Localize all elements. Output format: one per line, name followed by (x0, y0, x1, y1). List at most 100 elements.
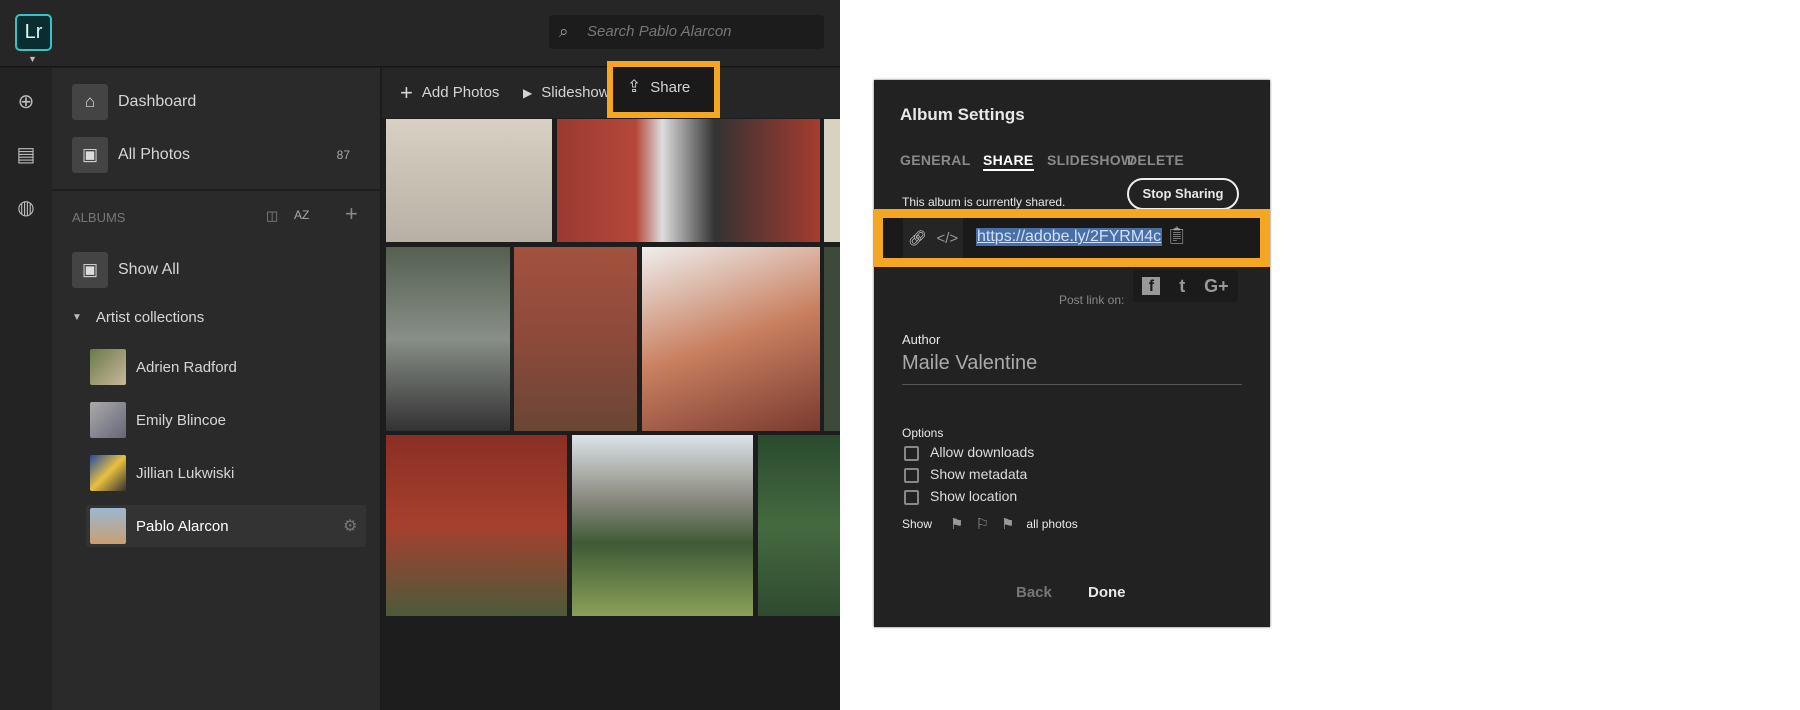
photo[interactable] (386, 119, 552, 242)
link-type-toggle: 🔗︎ </> (903, 218, 963, 258)
photo[interactable] (572, 435, 753, 616)
link-highlight: 🔗︎ </> https://adobe.ly/2FYRM4c 📋︎ (873, 209, 1270, 267)
label: Show All (118, 261, 180, 278)
post-link-label: Post link on: (1059, 293, 1125, 307)
show-metadata-checkbox[interactable] (904, 468, 919, 483)
add-photos-button[interactable]: + Add Photos (400, 80, 500, 105)
photo-icon: ▣ (72, 137, 108, 173)
album-item-selected[interactable]: Pablo Alarcon (90, 508, 229, 544)
show-filter: Show ⚑ ⚐ ⚑ all photos (902, 504, 1078, 544)
twitter-icon[interactable]: t (1179, 276, 1185, 297)
flag-picked-icon[interactable]: ⚑ (950, 515, 963, 533)
library-icon[interactable]: ▤ (14, 143, 38, 167)
flag-rejected-icon[interactable]: ⚑ (1001, 515, 1014, 533)
stop-sharing-button[interactable]: Stop Sharing (1127, 178, 1239, 210)
caret-down-icon: ▼ (72, 312, 82, 323)
label: Pablo Alarcon (136, 517, 229, 535)
share-link-bar: 🔗︎ </> https://adobe.ly/2FYRM4c 📋︎ (883, 218, 1260, 258)
sidebar-item-dashboard[interactable]: ⌂ Dashboard (72, 84, 196, 120)
divider (52, 189, 381, 191)
album-item[interactable]: Jillian Lukwiski (90, 455, 234, 491)
search-icon: ⌕ (559, 22, 569, 41)
link-icon[interactable]: 🔗︎ (908, 229, 927, 247)
label: Slideshow (541, 84, 610, 101)
allow-downloads-checkbox[interactable] (904, 446, 919, 461)
photo[interactable] (514, 247, 637, 431)
tab-slideshow[interactable]: SLIDESHOW (1047, 152, 1134, 168)
photo[interactable] (386, 247, 510, 431)
photo[interactable] (758, 435, 840, 616)
sidebar: ⌂ Dashboard ▣ All Photos 87 ALBUMS ◫ AZ + ▣… (52, 68, 381, 710)
collection-artist[interactable]: ▼ Artist collections (72, 309, 204, 326)
share-button[interactable]: ⇪ Share (607, 61, 720, 118)
clipboard-icon[interactable]: 📋︎ (1166, 226, 1188, 246)
sort-button[interactable]: AZ (294, 208, 309, 222)
show-value: all photos (1026, 517, 1078, 531)
label: Artist collections (95, 309, 205, 326)
album-item[interactable]: Adrien Radford (90, 349, 237, 385)
tab-delete[interactable]: DELETE (1127, 152, 1184, 168)
album-thumbnail (90, 349, 126, 385)
slideshow-button[interactable]: ▶ Slideshow (523, 84, 610, 101)
photo[interactable] (386, 435, 567, 616)
sidebar-item-all-photos[interactable]: ▣ All Photos 87 (72, 137, 372, 173)
share-icon: ⇪ (627, 77, 642, 96)
label: Jillian Lukwiski (136, 464, 235, 482)
photo-count: 87 (336, 148, 350, 162)
checkbox-label: Show metadata (930, 466, 1028, 482)
label: Add Photos (421, 84, 500, 101)
label: Emily Blincoe (136, 411, 227, 429)
photo[interactable] (557, 119, 820, 242)
done-button[interactable]: Done (1088, 584, 1126, 601)
share-status: This album is currently shared. (902, 195, 1066, 209)
play-icon: ▶ (523, 85, 533, 100)
author-label: Author (902, 332, 941, 347)
options-label: Options (902, 426, 944, 440)
globe-icon[interactable]: ◍ (14, 196, 38, 220)
top-bar: Lr ▼ ⌕ Search Pablo Alarcon (0, 0, 840, 67)
search-placeholder: Search Pablo Alarcon (587, 23, 732, 40)
label: All Photos (118, 146, 191, 163)
lightroom-app: Lr ▼ ⌕ Search Pablo Alarcon ⊕ ▤ ◍ ⌂ Dashbo… (0, 0, 840, 710)
photo-icon: ▣ (72, 252, 108, 288)
checkbox-label: Allow downloads (930, 444, 1035, 460)
tab-general[interactable]: GENERAL (900, 152, 971, 168)
tab-share[interactable]: SHARE (983, 152, 1034, 171)
show-label: Show (902, 517, 933, 531)
label: Share (650, 78, 691, 96)
label: Dashboard (118, 93, 197, 110)
albums-header: ALBUMS (72, 210, 126, 225)
sidebar-item-show-all[interactable]: ▣ Show All (72, 252, 179, 288)
photo[interactable] (642, 247, 820, 431)
label: Adrien Radford (136, 358, 237, 376)
add-album-icon[interactable]: + (345, 201, 358, 227)
album-thumbnail (90, 402, 126, 438)
share-content: ⇪ Share (627, 77, 690, 97)
view-icon[interactable]: ◫ (266, 208, 278, 224)
google-plus-icon[interactable]: G+ (1204, 276, 1229, 297)
embed-code-icon[interactable]: </> (936, 230, 958, 247)
flag-unflagged-icon[interactable]: ⚐ (975, 515, 988, 533)
share-link[interactable]: https://adobe.ly/2FYRM4c (976, 228, 1163, 246)
home-icon: ⌂ (72, 84, 108, 120)
author-input[interactable]: Maile Valentine (902, 352, 1242, 385)
plus-icon: + (400, 80, 413, 105)
social-buttons: f t G+ (1133, 270, 1238, 302)
album-thumbnail (90, 455, 126, 491)
show-location-checkbox[interactable] (904, 490, 919, 505)
checkbox-label: Show location (930, 488, 1018, 504)
add-icon[interactable]: ⊕ (14, 90, 38, 114)
gear-icon[interactable]: ⚙ (343, 516, 357, 536)
back-button[interactable]: Back (1016, 584, 1052, 601)
facebook-icon[interactable]: f (1142, 277, 1161, 295)
album-item[interactable]: Emily Blincoe (90, 402, 226, 438)
photo[interactable] (824, 119, 840, 242)
search-input[interactable]: ⌕ Search Pablo Alarcon (549, 15, 824, 49)
dialog-title: Album Settings (900, 105, 1025, 124)
icon-rail: ⊕ ▤ ◍ (0, 68, 52, 710)
photo[interactable] (824, 247, 840, 431)
chevron-down-icon[interactable]: ▼ (28, 54, 37, 64)
album-settings-dialog: Album Settings GENERAL SHARE SLIDESHOW D… (874, 80, 1270, 627)
album-thumbnail (90, 508, 126, 544)
lightroom-logo[interactable]: Lr (15, 14, 52, 51)
